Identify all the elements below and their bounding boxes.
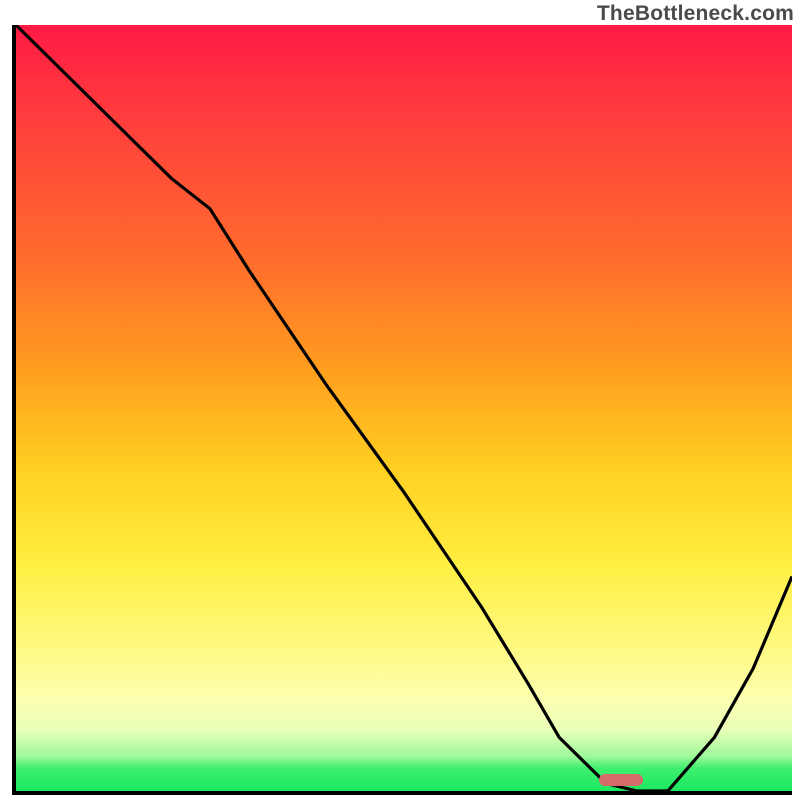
watermark-text: TheBottleneck.com — [597, 2, 794, 26]
bottleneck-curve — [16, 25, 792, 791]
optimal-marker — [599, 774, 643, 786]
plot-area — [12, 25, 792, 795]
chart-container: TheBottleneck.com — [0, 0, 800, 800]
curve-path — [16, 25, 792, 791]
